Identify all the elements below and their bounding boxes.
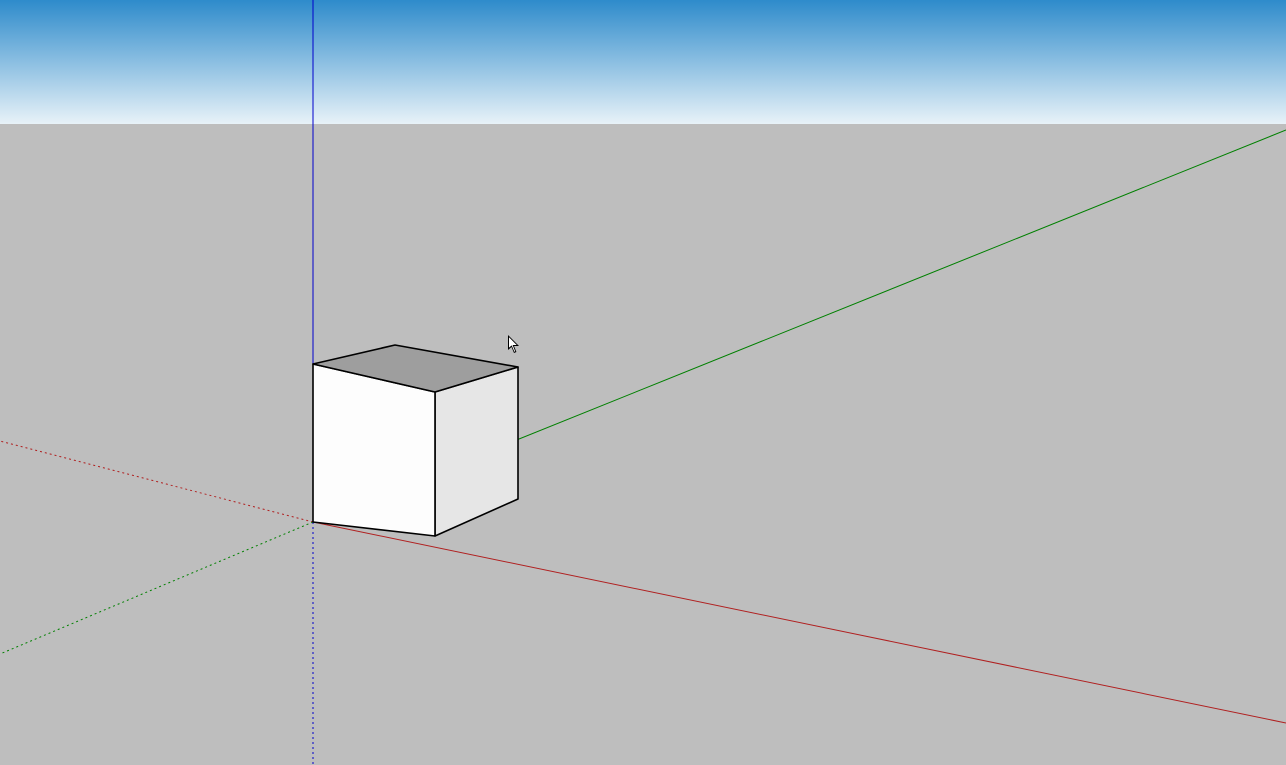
ground (0, 124, 1286, 765)
sky (0, 0, 1286, 124)
scene-svg (0, 0, 1286, 765)
3d-viewport[interactable] (0, 0, 1286, 765)
cube[interactable] (313, 345, 518, 536)
cube-face-front (313, 364, 435, 536)
